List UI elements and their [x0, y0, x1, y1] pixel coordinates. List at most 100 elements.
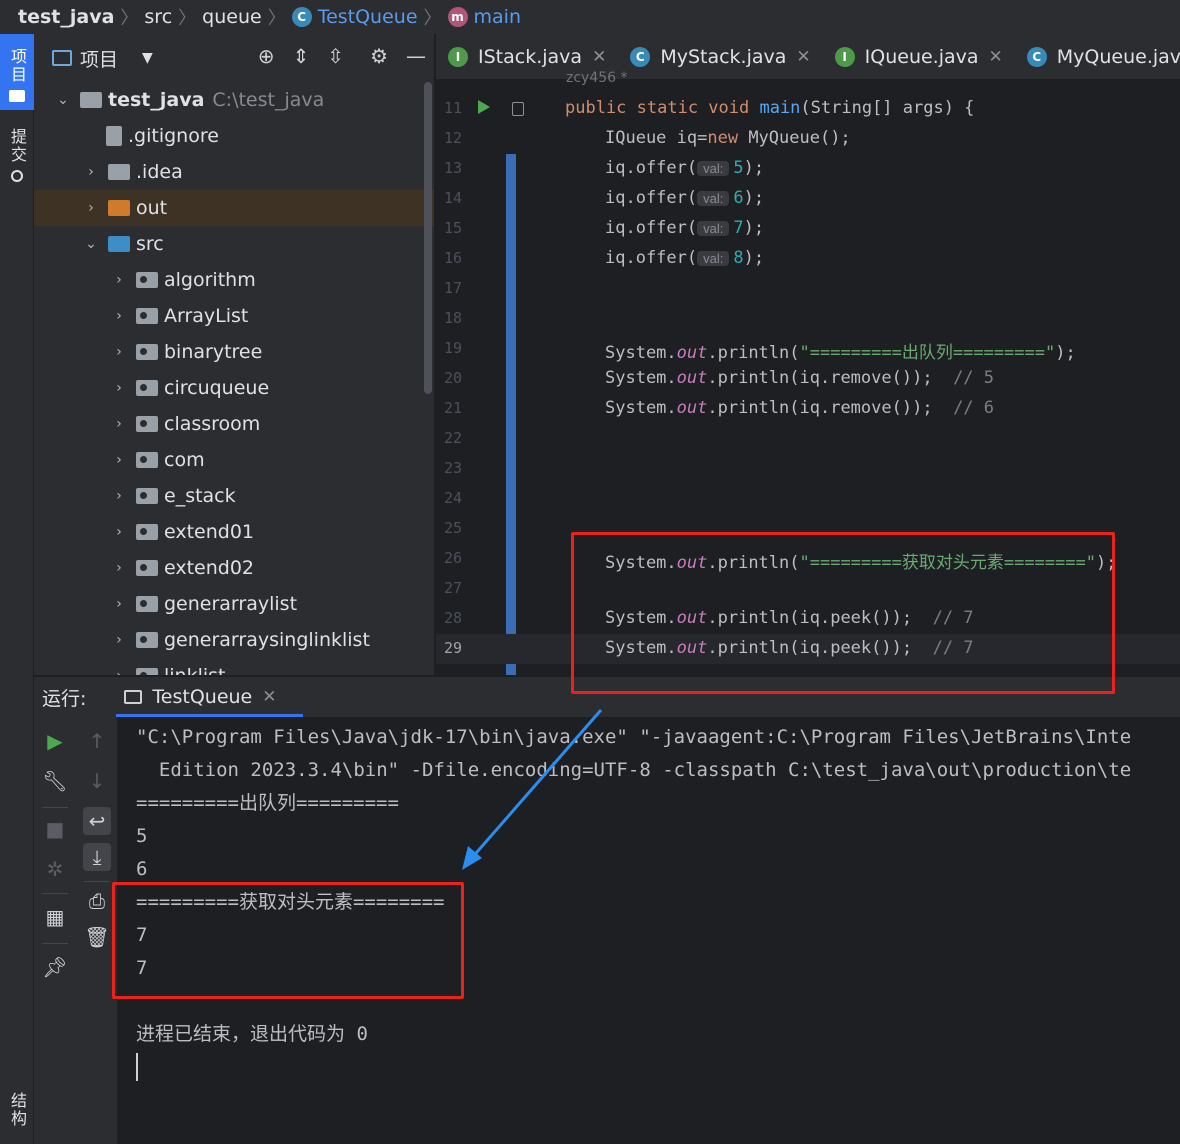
chevron-right-icon[interactable]: › — [110, 308, 128, 324]
chevron-down-icon[interactable]: ▼ — [142, 50, 153, 66]
commit-icon — [11, 170, 23, 182]
package-icon — [136, 560, 158, 576]
wrench-icon[interactable]: 🔧︎ — [41, 767, 69, 795]
print-icon[interactable]: ⎙ — [83, 887, 111, 915]
tree-item-package[interactable]: › circuqueue — [34, 370, 434, 406]
trash-icon[interactable]: 🗑︎ — [83, 923, 111, 951]
tree-item-module[interactable]: ⌄ test_java C:\test_java — [34, 82, 434, 118]
tree-item-package[interactable]: › extend02 — [34, 550, 434, 586]
chevron-right-icon[interactable]: › — [110, 272, 128, 288]
code-line[interactable]: 15 iq.offer(val: 7); — [436, 214, 1180, 244]
chevron-right-icon[interactable]: › — [110, 344, 128, 360]
editor-tab-myqueue[interactable]: C MyQueue.java ✕ — [1015, 34, 1180, 80]
code-line[interactable]: 11 public static void main(String[] args… — [436, 94, 1180, 124]
line-number: 12 — [443, 129, 462, 147]
code-line[interactable]: 24 — [436, 484, 1180, 514]
line-number: 28 — [443, 609, 462, 627]
run-tab-testqueue[interactable]: TestQueue ✕ — [116, 677, 303, 717]
tree-item-package[interactable]: › binarytree — [34, 334, 434, 370]
editor-tab-iqueue[interactable]: I IQueue.java ✕ — [823, 34, 1015, 80]
code-line[interactable]: 16 iq.offer(val: 8); — [436, 244, 1180, 274]
tree-item-package[interactable]: › extend01 — [34, 514, 434, 550]
code-line[interactable]: 14 iq.offer(val: 6); — [436, 184, 1180, 214]
project-scrollbar[interactable] — [424, 82, 432, 394]
tool-tab-structure[interactable]: 结构 — [0, 1092, 34, 1144]
chevron-right-icon[interactable]: › — [110, 452, 128, 468]
code-line[interactable]: 20 System.out.println(iq.remove()); // 5 — [436, 364, 1180, 394]
code-line[interactable]: 12 IQueue iq=new MyQueue(); — [436, 124, 1180, 154]
breadcrumb-item-src[interactable]: src — [144, 6, 172, 28]
breadcrumb-item-queue[interactable]: queue — [202, 6, 262, 28]
debug-bug-icon[interactable]: ✲ — [41, 855, 69, 883]
method-icon: m — [447, 7, 468, 27]
chevron-right-icon[interactable]: › — [110, 632, 128, 648]
project-panel: 项目 ▼ ⊕ ⇕ ⇳ ⚙ — ⌄ test_java C:\test_java … — [34, 34, 434, 675]
code-line[interactable]: 17 — [436, 274, 1180, 304]
breadcrumb-item-class[interactable]: TestQueue — [318, 6, 418, 28]
pin-icon[interactable]: 📌︎ — [41, 953, 69, 981]
close-icon[interactable]: ✕ — [989, 47, 1003, 67]
author-hint[interactable]: zcy456 * — [566, 70, 628, 86]
tool-tab-project[interactable]: 项目 — [0, 34, 34, 110]
code-line[interactable]: 23 — [436, 454, 1180, 484]
code-comment: // 6 — [953, 398, 995, 418]
tree-item-file[interactable]: .gitignore — [34, 118, 434, 154]
layout-icon[interactable]: ▦ — [41, 903, 69, 931]
tree-item-package[interactable]: › algorithm — [34, 262, 434, 298]
tool-tab-commit[interactable]: 提交 — [0, 128, 34, 198]
tree-item-folder-src[interactable]: ⌄ src — [34, 226, 434, 262]
console-caret — [136, 1053, 138, 1081]
rerun-icon[interactable]: ▶ — [41, 727, 69, 755]
code-line[interactable]: 19 System.out.println("=========出队列=====… — [436, 334, 1180, 364]
line-number: 24 — [443, 489, 462, 507]
chevron-right-icon[interactable]: › — [110, 416, 128, 432]
code-text: public static void main(String[] args) { — [565, 98, 974, 118]
tree-item-label: circuqueue — [164, 377, 270, 399]
editor-tab-mystack[interactable]: C MyStack.java ✕ — [618, 34, 822, 80]
tree-item-package[interactable]: › linklist — [34, 658, 434, 675]
tree-item-label: ArrayList — [164, 305, 249, 327]
code-token: ); — [912, 398, 933, 418]
chevron-right-icon[interactable]: › — [110, 488, 128, 504]
close-icon[interactable]: ✕ — [592, 47, 606, 67]
locate-icon[interactable]: ⊕ — [258, 44, 275, 68]
code-token: ); — [743, 218, 765, 238]
collapse-all-icon[interactable]: ⇳ — [327, 44, 344, 68]
chevron-down-icon[interactable]: ⌄ — [54, 92, 72, 108]
chevron-down-icon[interactable]: ⌄ — [82, 236, 100, 252]
tree-item-package[interactable]: › generarraysinglinklist — [34, 622, 434, 658]
chevron-right-icon[interactable]: › — [110, 380, 128, 396]
tree-item-package[interactable]: › ArrayList — [34, 298, 434, 334]
stop-icon[interactable]: ■ — [41, 815, 69, 843]
breadcrumb-item-project[interactable]: test_java — [18, 6, 114, 28]
gear-icon[interactable]: ⚙ — [370, 44, 388, 68]
code-line[interactable]: 13 iq.offer(val: 5); — [436, 154, 1180, 184]
chevron-right-icon[interactable]: › — [82, 164, 100, 180]
chevron-right-icon[interactable]: › — [110, 596, 128, 612]
breakpoint-gutter-icon[interactable] — [512, 102, 524, 116]
arrow-down-icon[interactable]: ↓ — [83, 767, 111, 795]
tree-item-folder-out[interactable]: › out — [34, 190, 434, 226]
chevron-right-icon[interactable]: › — [110, 524, 128, 540]
tree-item-package[interactable]: › generarraylist — [34, 586, 434, 622]
close-icon[interactable]: ✕ — [262, 687, 276, 707]
breadcrumb-item-method[interactable]: main — [474, 6, 521, 28]
tree-item-package[interactable]: › com — [34, 442, 434, 478]
tree-item-package[interactable]: › classroom — [34, 406, 434, 442]
chevron-right-icon[interactable]: › — [82, 200, 100, 216]
tree-item-package[interactable]: › e_stack — [34, 478, 434, 514]
close-icon[interactable]: ✕ — [796, 47, 810, 67]
chevron-right-icon[interactable]: › — [110, 668, 128, 675]
arrow-up-icon[interactable]: ↑ — [83, 727, 111, 755]
project-panel-title[interactable]: 项目 — [80, 45, 118, 72]
code-line[interactable]: 21 System.out.println(iq.remove()); // 6 — [436, 394, 1180, 424]
expand-all-icon[interactable]: ⇕ — [293, 44, 310, 68]
tree-item-folder[interactable]: › .idea — [34, 154, 434, 190]
scroll-to-end-icon[interactable]: ⤓ — [83, 843, 111, 871]
chevron-right-icon[interactable]: › — [110, 560, 128, 576]
code-line[interactable]: 18 — [436, 304, 1180, 334]
soft-wrap-icon[interactable]: ↩ — [83, 807, 111, 835]
code-line[interactable]: 22 — [436, 424, 1180, 454]
run-icon[interactable] — [478, 100, 490, 114]
minimize-icon[interactable]: — — [406, 44, 426, 68]
